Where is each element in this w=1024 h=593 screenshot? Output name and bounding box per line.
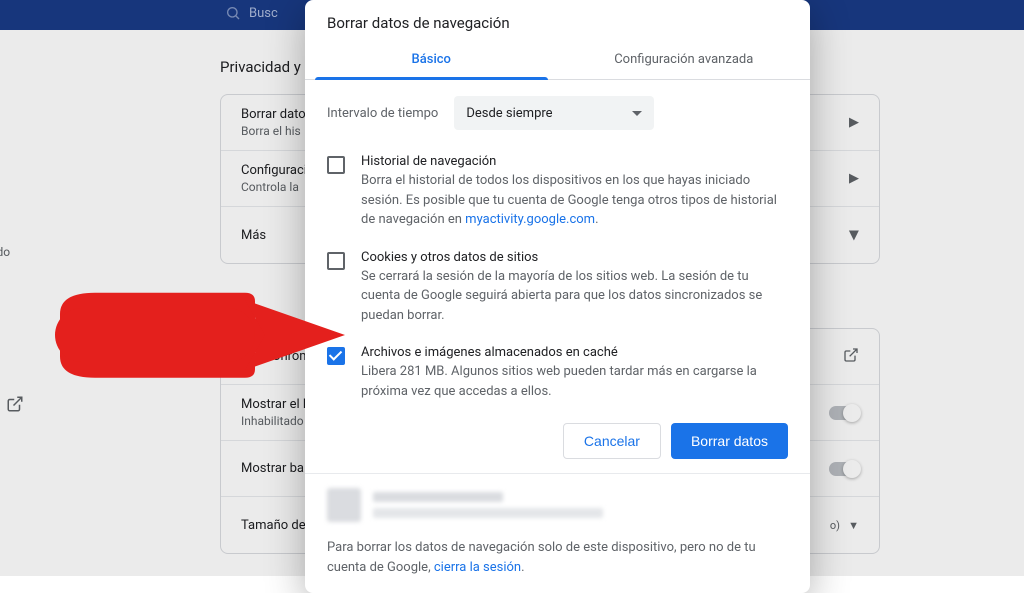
cancel-button[interactable]: Cancelar <box>563 423 661 459</box>
row-label: Configuraci <box>241 163 307 178</box>
chevron-down-icon: o) ▼ <box>830 519 859 532</box>
row-label: Mostrar el l <box>241 397 306 412</box>
check-cookies-row: Cookies y otros datos de sitios Se cerra… <box>327 240 788 336</box>
check-cache-row: Archivos e imágenes almacenados en caché… <box>327 335 788 411</box>
row-label: Borrar dato <box>241 107 306 122</box>
check-title: Cookies y otros datos de sitios <box>361 250 788 265</box>
row-label: Tamaño de <box>241 518 306 533</box>
myactivity-link[interactable]: myactivity.google.com <box>465 212 595 227</box>
account-blurred-text <box>373 492 603 518</box>
clear-data-button[interactable]: Borrar datos <box>671 423 788 459</box>
external-link-icon[interactable] <box>0 389 40 423</box>
sidebar-truncated: ado <box>0 245 40 259</box>
time-range-value: Desde siempre <box>466 106 552 121</box>
check-title: Historial de navegación <box>361 154 788 169</box>
check-desc: Borra el historial de todos los disposit… <box>361 171 788 230</box>
avatar <box>327 488 361 522</box>
row-sub: Inhabilitado <box>241 414 306 428</box>
row-label: Más <box>241 228 266 243</box>
tab-advanced[interactable]: Configuración avanzada <box>558 42 811 79</box>
time-range-dropdown[interactable]: Desde siempre <box>454 96 654 130</box>
search-placeholder: Busc <box>249 6 278 21</box>
check-desc: Libera 281 MB. Algunos sitios web pueden… <box>361 362 788 401</box>
row-label: Mostrar ba <box>241 461 304 476</box>
settings-search[interactable]: Busc <box>225 5 278 21</box>
row-sub: Borra el his <box>241 124 306 138</box>
chevron-right-icon: ▶ <box>849 115 859 130</box>
clear-browsing-data-dialog: Borrar datos de navegación Básico Config… <box>305 0 810 593</box>
dialog-title: Borrar datos de navegación <box>305 0 810 42</box>
account-row <box>305 474 810 522</box>
tab-basic[interactable]: Básico <box>305 42 558 79</box>
checkbox-cookies[interactable] <box>327 252 345 270</box>
search-icon <box>225 5 241 21</box>
check-history-row: Historial de navegación Borra el histori… <box>327 144 788 240</box>
chevron-down-icon <box>632 111 642 116</box>
sign-out-link[interactable]: cierra la sesión <box>434 560 521 575</box>
dialog-tabs: Básico Configuración avanzada <box>305 42 810 80</box>
time-range-label: Intervalo de tiempo <box>327 106 438 121</box>
chevron-down-icon: ▶ <box>847 230 862 240</box>
check-desc: Se cerrará la sesión de la mayoría de lo… <box>361 267 788 326</box>
external-link-icon <box>843 347 859 367</box>
chevron-right-icon: ▶ <box>849 171 859 186</box>
checkbox-history[interactable] <box>327 156 345 174</box>
check-title: Archivos e imágenes almacenados en caché <box>361 345 788 360</box>
row-label: Abrir Chrom <box>241 349 311 364</box>
toggle-off[interactable] <box>829 406 859 420</box>
checkbox-cache[interactable] <box>327 347 345 365</box>
row-sub: Controla la <box>241 180 307 194</box>
toggle-off[interactable] <box>829 462 859 476</box>
